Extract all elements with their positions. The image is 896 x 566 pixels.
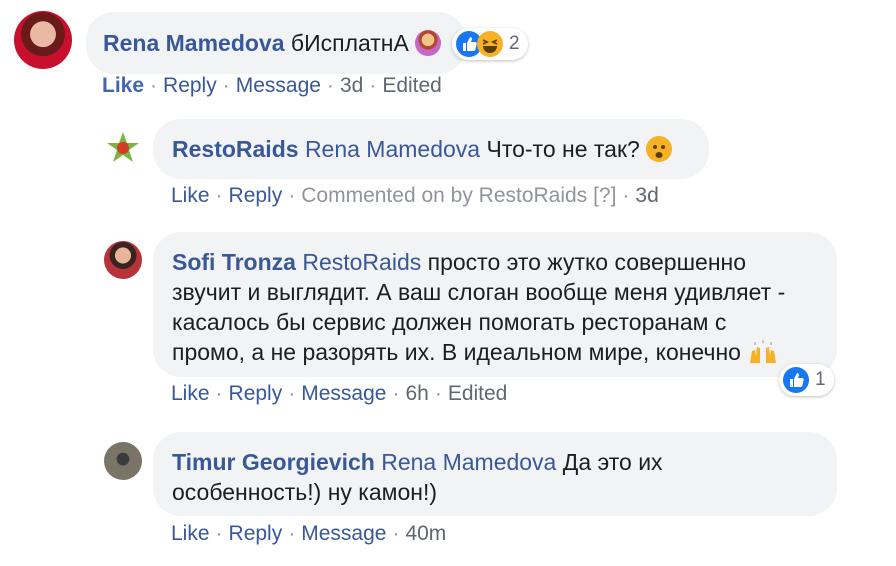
comment-bubble: RestoRaids Rena Mamedova Что-то не так?	[153, 119, 709, 179]
reactions-summary[interactable]: 1	[779, 364, 834, 396]
woman-facepalming-emoji-icon	[415, 30, 442, 56]
avatar[interactable]	[14, 11, 72, 69]
comment-bubble: Rena Mamedova бИсплатнА	[86, 12, 466, 74]
reply-button[interactable]: Reply	[229, 382, 283, 405]
like-button[interactable]: Like	[171, 184, 210, 207]
timestamp[interactable]: 6h	[405, 382, 428, 405]
reply-button[interactable]: Reply	[229, 184, 283, 207]
commented-on-label: Commented on by RestoRaids	[301, 184, 588, 207]
comment-actions: Like · Reply · Message · 40m	[171, 522, 447, 545]
comment-actions: Like · Reply · Message · 3d · Edited	[102, 74, 442, 97]
timestamp[interactable]: 3d	[635, 184, 658, 207]
comment-line: Timur Georgievich Rena Mamedova Да это и…	[172, 447, 827, 477]
like-button[interactable]: Like	[171, 382, 210, 405]
comment-text: Да это их	[562, 449, 663, 475]
comment-actions: Like · Reply · Commented on by RestoRaids [?…	[171, 184, 659, 207]
comment-author[interactable]: Timur Georgievich	[172, 449, 375, 475]
raising-hands-emoji-icon	[747, 339, 779, 365]
timestamp[interactable]: 40m	[405, 522, 446, 545]
reaction-count: 1	[815, 369, 826, 390]
comment-author[interactable]: Sofi Tronza	[172, 249, 296, 275]
comment-line: промо, а не разорять их. В идеальном мир…	[172, 337, 827, 367]
comment-actions: Like · Reply · Message · 6h · Edited	[171, 382, 508, 405]
message-button[interactable]: Message	[301, 382, 386, 405]
message-button[interactable]: Message	[301, 522, 386, 545]
reply-button[interactable]: Reply	[163, 74, 217, 97]
comment-text: бИсплатнА	[290, 30, 409, 56]
comment-text: Что-то не так?	[486, 136, 640, 162]
thumbs-up-icon	[783, 367, 809, 393]
comment-author[interactable]: Rena Mamedova	[103, 30, 285, 56]
comment-text: промо, а не разорять их. В идеальном мир…	[172, 339, 741, 365]
comment-line: Sofi Tronza RestoRaids просто это жутко …	[172, 247, 827, 277]
reactions-summary[interactable]: 2	[452, 28, 528, 60]
like-button[interactable]: Like	[171, 522, 210, 545]
mention-link[interactable]: RestoRaids	[302, 249, 421, 275]
help-link[interactable]: [?]	[593, 184, 616, 207]
mention-link[interactable]: Rena Mamedova	[381, 449, 556, 475]
avatar[interactable]	[104, 129, 142, 167]
edited-label[interactable]: Edited	[448, 382, 508, 405]
comment-text: касалось бы сервис должен помогать ресто…	[172, 309, 727, 335]
avatar[interactable]	[104, 241, 142, 279]
comment-text: звучит и выглядит. А ваш слоган вообще м…	[172, 279, 786, 305]
message-button[interactable]: Message	[236, 74, 321, 97]
avatar[interactable]	[104, 442, 142, 480]
like-button[interactable]: Like	[102, 74, 144, 97]
comment-author[interactable]: RestoRaids	[172, 136, 299, 162]
mention-link[interactable]: Rena Mamedova	[305, 136, 480, 162]
laughing-emoji-icon	[477, 31, 503, 57]
edited-label[interactable]: Edited	[382, 74, 442, 97]
comment-bubble: Timur Georgievich Rena Mamedova Да это и…	[153, 432, 837, 516]
comment-text: просто это жутко совершенно	[427, 249, 747, 275]
comment-bubble: Sofi Tronza RestoRaids просто это жутко …	[153, 232, 837, 377]
comment-text: особенность!) ну камон!)	[172, 479, 438, 505]
reply-button[interactable]: Reply	[229, 522, 283, 545]
frowning-emoji-icon	[646, 136, 673, 162]
reaction-count: 2	[509, 33, 520, 54]
timestamp[interactable]: 3d	[340, 74, 363, 97]
